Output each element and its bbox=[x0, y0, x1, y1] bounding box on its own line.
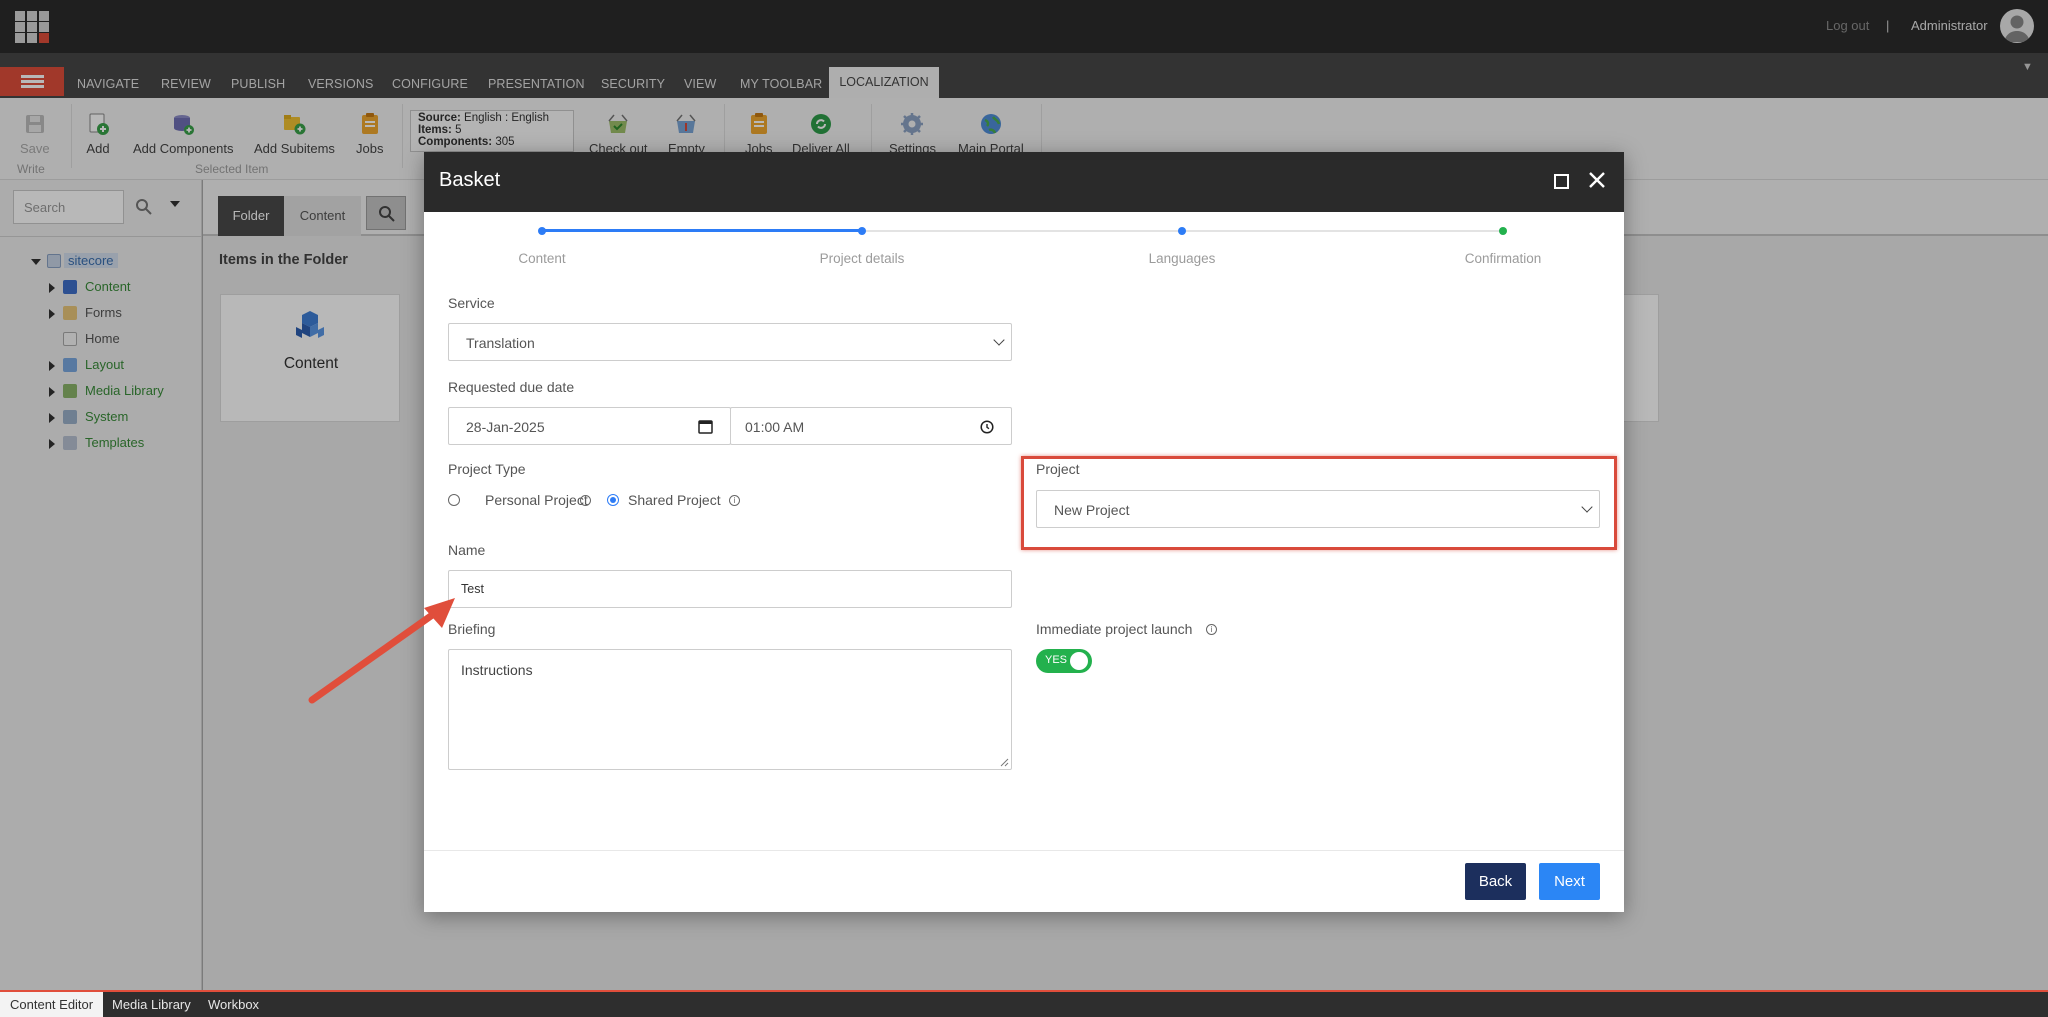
project-type-label: Project Type bbox=[448, 461, 526, 477]
clock-icon[interactable] bbox=[980, 420, 994, 434]
info-icon[interactable]: i bbox=[580, 495, 591, 506]
back-button[interactable]: Back bbox=[1465, 863, 1526, 900]
wizard-stepper: Content Project details Languages Confir… bbox=[424, 212, 1624, 282]
calendar-icon[interactable] bbox=[698, 419, 713, 434]
toggle-knob bbox=[1070, 652, 1088, 670]
taskbar-workbox[interactable]: Workbox bbox=[198, 992, 269, 1017]
step-label-languages[interactable]: Languages bbox=[1102, 251, 1262, 266]
step-label-content[interactable]: Content bbox=[462, 251, 622, 266]
step-dot-content bbox=[538, 227, 546, 235]
immediate-launch-label: Immediate project launch bbox=[1036, 621, 1193, 637]
due-date-value: 28-Jan-2025 bbox=[466, 419, 545, 435]
bottom-taskbar: Content Editor Media Library Workbox bbox=[0, 990, 2048, 1017]
step-label-confirmation[interactable]: Confirmation bbox=[1423, 251, 1583, 266]
briefing-value: Instructions bbox=[461, 662, 533, 678]
maximize-icon[interactable] bbox=[1554, 174, 1569, 189]
personal-project-radio[interactable] bbox=[448, 494, 460, 506]
resize-handle-icon[interactable] bbox=[999, 757, 1009, 767]
shared-project-radio[interactable] bbox=[607, 494, 619, 506]
name-label: Name bbox=[448, 542, 486, 558]
info-icon[interactable]: i bbox=[1206, 624, 1217, 635]
info-icon[interactable]: i bbox=[729, 495, 740, 506]
service-label: Service bbox=[448, 295, 495, 311]
service-value: Translation bbox=[466, 335, 535, 351]
taskbar-media-library[interactable]: Media Library bbox=[102, 992, 201, 1017]
toggle-text: YES bbox=[1045, 654, 1068, 666]
due-time-input[interactable]: 01:00 AM bbox=[730, 407, 1012, 445]
step-dot-languages bbox=[1178, 227, 1186, 235]
name-input[interactable]: Test bbox=[448, 570, 1012, 608]
basket-dialog: Basket Content Project details Languages… bbox=[424, 152, 1624, 912]
step-dot-confirmation bbox=[1499, 227, 1507, 235]
chevron-down-icon bbox=[993, 334, 1005, 346]
project-highlight-annotation bbox=[1021, 456, 1617, 550]
step-label-project-details[interactable]: Project details bbox=[782, 251, 942, 266]
close-icon[interactable] bbox=[1586, 169, 1608, 191]
immediate-launch-toggle[interactable]: YES bbox=[1036, 649, 1092, 673]
due-date-input[interactable]: 28-Jan-2025 bbox=[448, 407, 731, 445]
step-dot-project-details bbox=[858, 227, 866, 235]
personal-project-label[interactable]: Personal Project bbox=[485, 492, 588, 508]
service-select[interactable]: Translation bbox=[448, 323, 1012, 361]
briefing-textarea[interactable]: Instructions bbox=[448, 649, 1012, 770]
due-date-label: Requested due date bbox=[448, 379, 575, 395]
dialog-header: Basket bbox=[424, 152, 1624, 212]
shared-project-label[interactable]: Shared Project bbox=[628, 492, 721, 508]
dialog-title: Basket bbox=[439, 169, 501, 191]
taskbar-content-editor[interactable]: Content Editor bbox=[0, 992, 104, 1017]
annotation-arrow bbox=[308, 598, 455, 704]
due-time-value: 01:00 AM bbox=[745, 419, 805, 435]
next-button[interactable]: Next bbox=[1539, 863, 1600, 900]
